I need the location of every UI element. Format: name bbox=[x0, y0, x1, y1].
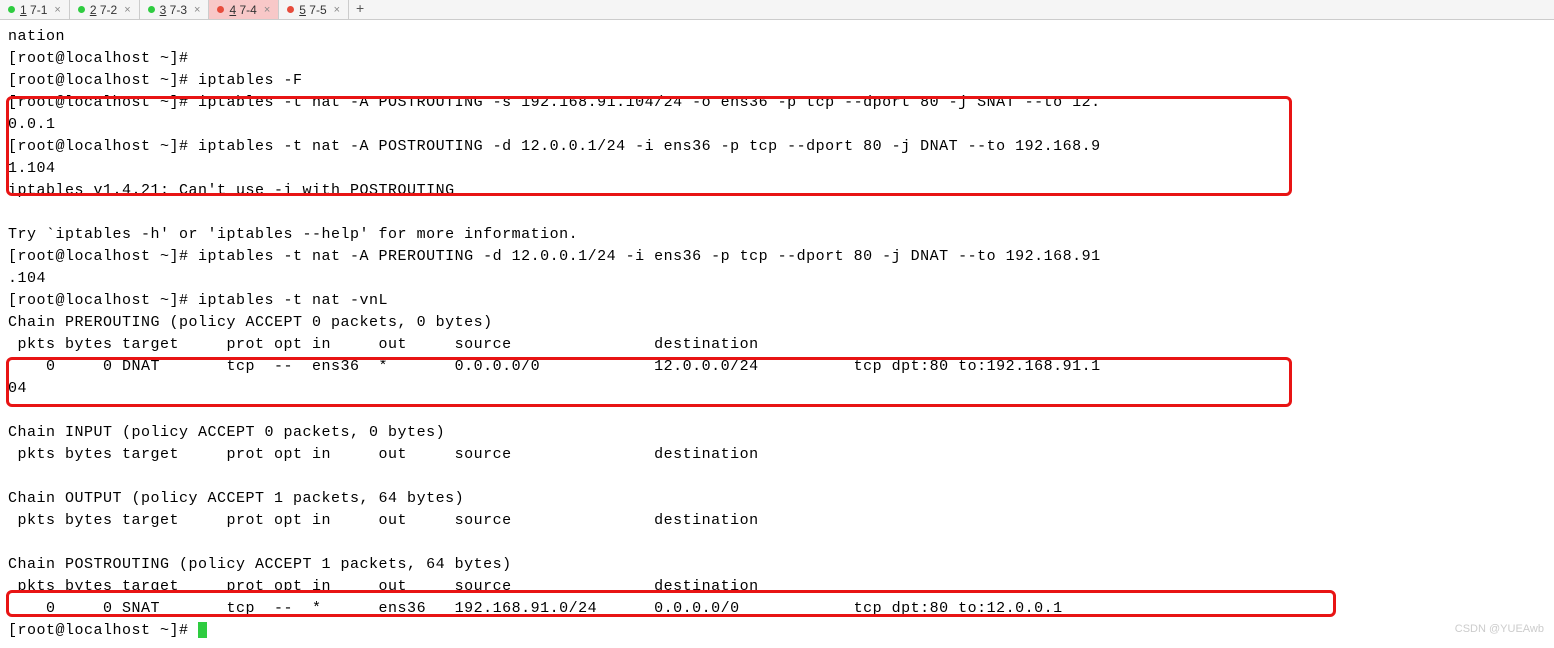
watermark: CSDN @YUEAwb bbox=[1455, 623, 1544, 635]
terminal-text: nation [root@localhost ~]# [root@localho… bbox=[8, 28, 1101, 639]
close-icon[interactable]: × bbox=[194, 4, 200, 16]
close-icon[interactable]: × bbox=[264, 4, 270, 16]
status-dot-icon bbox=[8, 6, 15, 13]
tab-label: 4 7-4 bbox=[229, 3, 256, 17]
tab-bar: 1 7-1 × 2 7-2 × 3 7-3 × 4 7-4 × 5 7-5 × + bbox=[0, 0, 1554, 20]
terminal-output: nation [root@localhost ~]# [root@localho… bbox=[0, 20, 1554, 648]
tab-label: 1 7-1 bbox=[20, 3, 47, 17]
status-dot-icon bbox=[217, 6, 224, 13]
tab-7-2[interactable]: 2 7-2 × bbox=[70, 0, 140, 19]
status-dot-icon bbox=[287, 6, 294, 13]
cursor bbox=[198, 622, 207, 638]
status-dot-icon bbox=[148, 6, 155, 13]
tab-label: 3 7-3 bbox=[160, 3, 187, 17]
status-dot-icon bbox=[78, 6, 85, 13]
tab-label: 2 7-2 bbox=[90, 3, 117, 17]
close-icon[interactable]: × bbox=[334, 4, 340, 16]
add-tab-button[interactable]: + bbox=[349, 0, 371, 19]
tab-7-4[interactable]: 4 7-4 × bbox=[209, 0, 279, 19]
close-icon[interactable]: × bbox=[124, 4, 130, 16]
tab-7-1[interactable]: 1 7-1 × bbox=[0, 0, 70, 19]
tab-label: 5 7-5 bbox=[299, 3, 326, 17]
tab-7-5[interactable]: 5 7-5 × bbox=[279, 0, 349, 19]
close-icon[interactable]: × bbox=[54, 4, 60, 16]
tab-7-3[interactable]: 3 7-3 × bbox=[140, 0, 210, 19]
